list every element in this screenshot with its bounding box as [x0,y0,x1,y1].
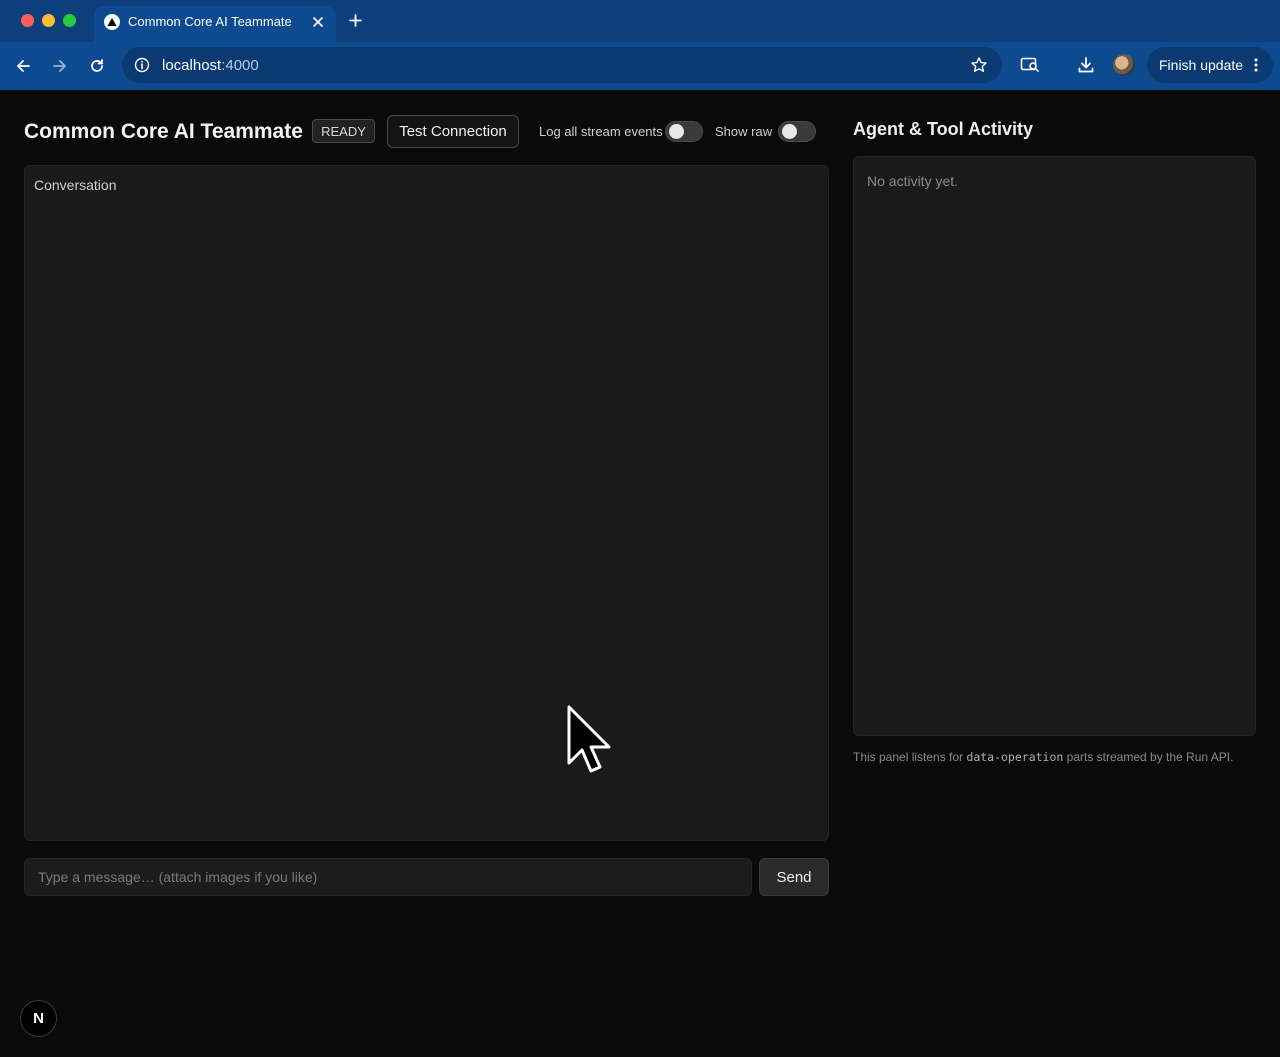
tab-title: Common Core AI Teammate [128,14,292,29]
test-connection-button[interactable]: Test Connection [387,115,519,148]
minimize-window-button[interactable] [42,14,55,27]
toggle-knob [669,124,684,139]
activity-panel[interactable]: No activity yet. [853,156,1256,736]
browser-tab[interactable]: Common Core AI Teammate [94,6,336,42]
note-code: data-operation [966,750,1064,764]
new-tab-plus-icon[interactable] [345,10,365,30]
message-input[interactable] [24,858,752,896]
note-prefix: This panel listens for [853,750,967,764]
browser-chrome: Common Core AI Teammate localhost:4000 F… [0,0,1280,90]
nextjs-dev-badge[interactable]: N [20,1000,57,1037]
activity-panel-note: This panel listens for data-operation pa… [853,750,1233,764]
conversation-panel[interactable]: Conversation [24,165,829,841]
activity-title: Agent & Tool Activity [853,119,1033,139]
note-suffix: parts streamed by the Run API. [1063,750,1234,764]
page-title: Common Core AI Teammate [24,120,303,143]
url-text: localhost:4000 [162,57,259,74]
more-vertical-icon [1253,58,1259,72]
conversation-label: Conversation [34,177,117,193]
toggle-knob [782,124,797,139]
tab-strip: Common Core AI Teammate [0,0,1280,42]
close-icon[interactable] [310,14,326,30]
close-window-button[interactable] [21,14,34,27]
activity-empty-text: No activity yet. [867,173,959,189]
show-raw-label: Show raw [715,124,773,139]
show-raw-toggle[interactable] [778,121,816,142]
arrow-left-icon[interactable] [11,54,35,78]
url-host: localhost [162,57,222,74]
download-icon[interactable] [1075,54,1097,76]
info-icon[interactable] [134,57,150,73]
arrow-right-icon[interactable] [48,54,72,78]
address-bar[interactable]: localhost:4000 [122,47,1002,83]
star-icon[interactable] [970,56,988,74]
reload-icon[interactable] [85,54,109,78]
browser-toolbar: localhost:4000 Finish update [0,42,1280,90]
status-badge: READY [312,119,375,143]
finish-update-button[interactable]: Finish update [1147,47,1273,83]
log-stream-events-toggle[interactable] [665,121,703,142]
url-port: :4000 [221,57,259,74]
log-stream-events-label: Log all stream events [539,124,663,139]
triangle-favicon-icon [104,14,120,30]
avatar[interactable] [1113,54,1135,76]
send-button[interactable]: Send [759,858,829,896]
search-page-icon[interactable] [1019,54,1041,76]
app-page: Common Core AI Teammate READY Test Conne… [0,90,1280,1057]
maximize-window-button[interactable] [63,14,76,27]
finish-update-label: Finish update [1159,57,1244,73]
